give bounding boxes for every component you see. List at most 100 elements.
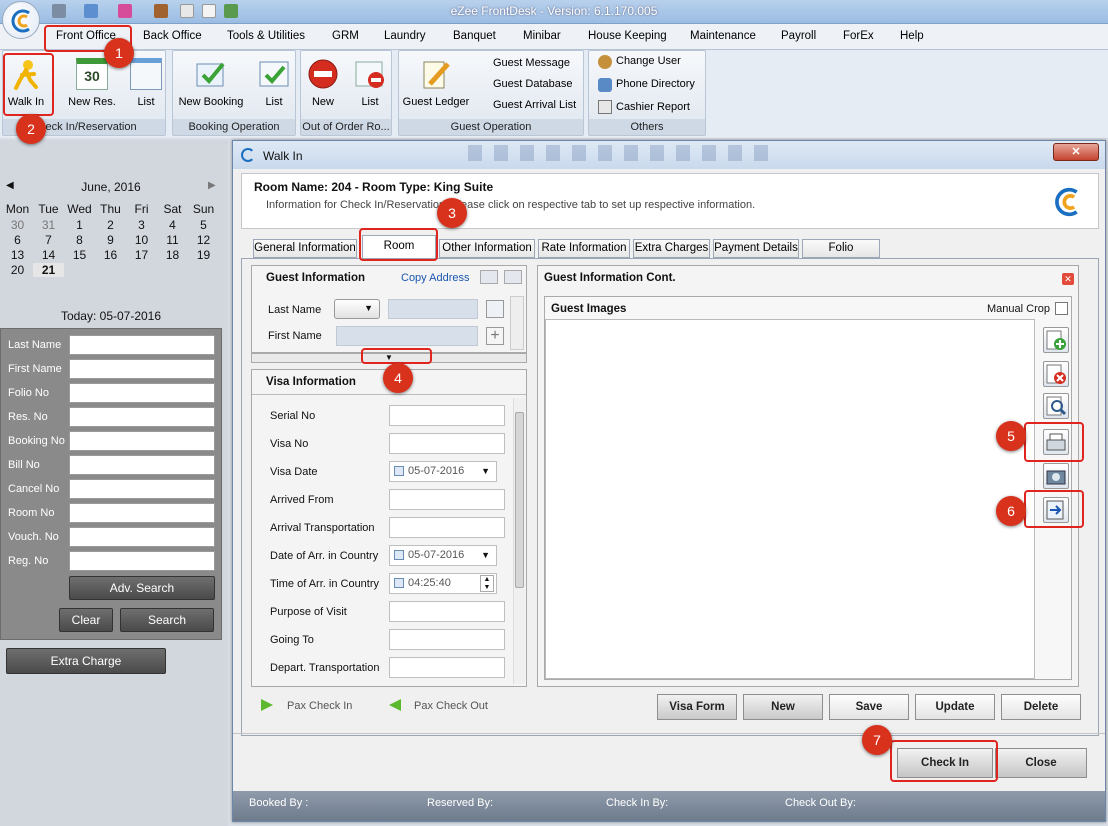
manual-crop-checkbox[interactable] [1055,302,1068,315]
add-icon[interactable]: + [486,327,504,345]
calendar-day[interactable]: 5 [188,218,219,232]
extra-charge-button[interactable]: Extra Charge [6,648,166,674]
visa-scrollbar[interactable] [513,398,525,684]
checkbox-icon[interactable] [394,578,404,588]
calendar-day[interactable]: 10 [126,233,157,247]
delete-button[interactable]: Delete [1001,694,1081,720]
calendar-day[interactable]: 12 [188,233,219,247]
close-button[interactable]: Close [995,748,1087,778]
guest-info-scrollbar[interactable] [510,296,524,350]
scrollbar-thumb[interactable] [515,412,524,588]
guest-arrival-list-button[interactable]: Guest Arrival List [493,99,576,111]
cashier-report-button[interactable]: Cashier Report [616,101,690,113]
purpose-of-visit-field[interactable] [389,601,505,622]
app-logo[interactable] [2,1,40,39]
copy-address-link[interactable]: Copy Address [401,272,469,284]
menu-grm[interactable]: GRM [332,30,359,42]
camera-icon[interactable] [1043,463,1069,489]
guest-ledger-button[interactable]: Guest Ledger [400,54,472,108]
booking-list-button[interactable]: List [254,54,294,108]
vouch-no-search-field[interactable] [69,527,215,547]
tab-general-information[interactable]: General Information [253,239,357,258]
visa-date-picker[interactable]: 05-07-2016 ▼ [389,461,497,482]
menu-minibar[interactable]: Minibar [523,30,561,42]
adv-search-button[interactable]: Adv. Search [69,576,215,600]
tab-rate-information[interactable]: Rate Information [538,239,630,258]
address-card-icon[interactable] [480,270,498,284]
folio-no-search-field[interactable] [69,383,215,403]
menu-maintenance[interactable]: Maintenance [690,30,756,42]
change-user-button[interactable]: Change User [616,55,681,67]
calendar-day[interactable]: 16 [95,248,126,262]
address-card-alt-icon[interactable] [504,270,522,284]
clear-button[interactable]: Clear [59,608,113,632]
new-booking-button[interactable]: New Booking [176,54,246,108]
dialog-close-button[interactable]: ✕ [1053,143,1099,161]
checkbox-icon[interactable] [394,466,404,476]
calendar-day[interactable]: 13 [2,248,33,262]
calendar-day[interactable]: 1 [64,218,95,232]
new-button[interactable]: New [743,694,823,720]
room-no-search-field[interactable] [69,503,215,523]
calendar-day[interactable]: 9 [95,233,126,247]
first-name-search-field[interactable] [69,359,215,379]
arrival-date-picker[interactable]: 05-07-2016 ▼ [389,545,497,566]
calendar-day[interactable]: 6 [2,233,33,247]
departure-transportation-field[interactable] [389,657,505,678]
calendar-day[interactable]: 18 [157,248,188,262]
calendar-day[interactable]: 8 [64,233,95,247]
calendar-day[interactable]: 17 [126,248,157,262]
pax-check-in-button[interactable]: Pax Check In [287,700,352,712]
going-to-field[interactable] [389,629,505,650]
calendar-day[interactable]: 2 [95,218,126,232]
calendar-day[interactable]: 15 [64,248,95,262]
calendar-day[interactable]: 20 [2,263,33,277]
arrival-transportation-field[interactable] [389,517,505,538]
arrived-from-field[interactable] [389,489,505,510]
database-icon[interactable] [52,4,66,18]
calendar-day[interactable]: 11 [157,233,188,247]
screen-icon[interactable] [84,4,98,18]
save-button[interactable]: Save [829,694,909,720]
tab-payment-details[interactable]: Payment Details [713,239,799,258]
checklist-icon[interactable] [224,4,238,18]
last-name-search-field[interactable] [69,335,215,355]
remove-image-icon[interactable] [1043,361,1069,387]
menu-back-office[interactable]: Back Office [143,30,202,42]
pax-check-out-button[interactable]: Pax Check Out [414,700,488,712]
spinner-icon[interactable]: ▲ ▼ [480,575,494,592]
calendar-day[interactable]: 3 [126,218,157,232]
bill-no-search-field[interactable] [69,455,215,475]
checkbox-icon[interactable] [394,550,404,560]
title-select[interactable]: ▼ [334,299,380,319]
document-icon[interactable] [180,4,194,18]
menu-tools-utilities[interactable]: Tools & Utilities [227,30,305,42]
menu-help[interactable]: Help [900,30,924,42]
cancel-no-search-field[interactable] [69,479,215,499]
tab-folio-summary[interactable]: Folio Summary [802,239,880,271]
guest-message-button[interactable]: Guest Message [493,57,570,69]
guest-lookup-icon[interactable] [486,300,504,318]
report-icon[interactable] [202,4,216,18]
booking-no-search-field[interactable] [69,431,215,451]
book-icon[interactable] [154,4,168,18]
zoom-image-icon[interactable] [1043,393,1069,419]
menu-banquet[interactable]: Banquet [453,30,496,42]
calendar-day[interactable]: 7 [33,233,64,247]
last-name-field[interactable] [388,299,478,319]
tab-extra-charges[interactable]: Extra Charges [633,239,710,258]
serial-no-field[interactable] [389,405,505,426]
menu-laundry[interactable]: Laundry [384,30,426,42]
calendar-day[interactable]: 30 [2,218,33,232]
add-image-icon[interactable] [1043,327,1069,353]
checkin-list-button[interactable]: List [128,54,164,108]
calendar-day[interactable]: 31 [33,218,64,232]
menu-forex[interactable]: ForEx [843,30,874,42]
eraser-icon[interactable] [118,4,132,18]
ooo-new-button[interactable]: New [304,54,342,108]
first-name-field[interactable] [336,326,478,346]
update-button[interactable]: Update [915,694,995,720]
close-icon[interactable]: ✕ [1062,273,1074,285]
menu-payroll[interactable]: Payroll [781,30,816,42]
arrival-time-picker[interactable]: 04:25:40 ▲ ▼ [389,573,497,594]
